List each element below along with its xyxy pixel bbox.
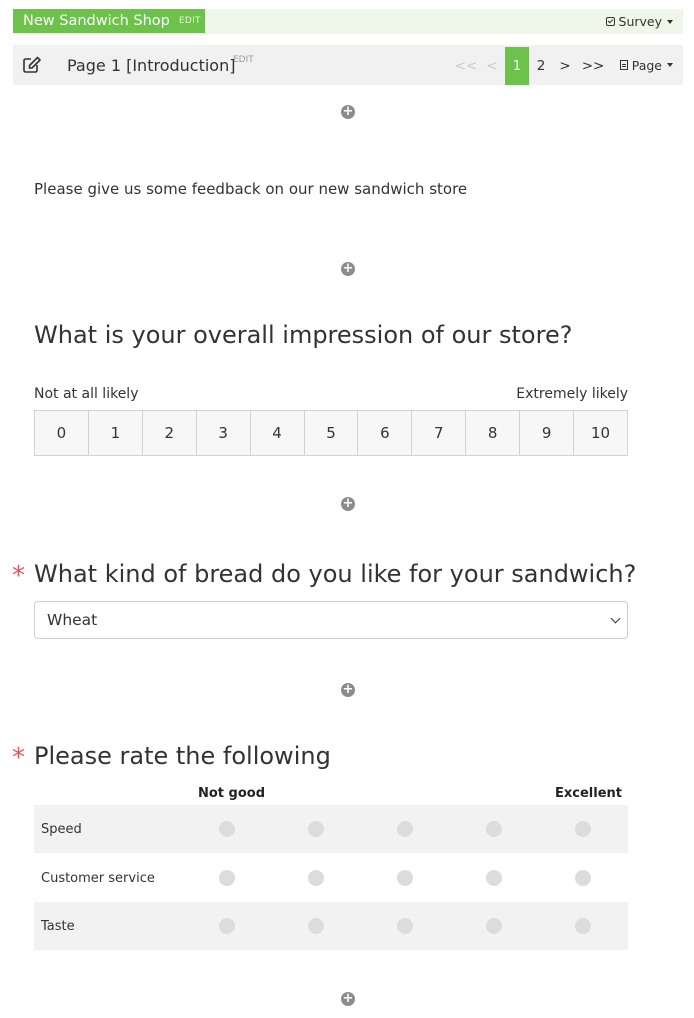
scale-high-label: Extremely likely	[516, 386, 628, 402]
matrix-row-label: Customer service	[41, 870, 155, 886]
matrix-col-high-label: Excellent	[555, 786, 622, 801]
last-page-button[interactable]: >>	[577, 47, 609, 85]
rating-option-9[interactable]: 9	[519, 410, 575, 456]
matrix-radio[interactable]	[308, 918, 324, 934]
document-icon	[619, 60, 628, 70]
question-2-title: What kind of bread do you like for your …	[34, 560, 637, 588]
matrix-radio[interactable]	[486, 870, 502, 886]
matrix-radio[interactable]	[397, 870, 413, 886]
rating-option-0[interactable]: 0	[34, 410, 89, 456]
page-header-bar: Page 1 [Introduction] EDIT << < 1 2 > >>…	[13, 45, 683, 85]
caret-down-icon	[667, 19, 673, 24]
survey-edit-link[interactable]: EDIT	[179, 16, 201, 26]
matrix-radio[interactable]	[575, 821, 591, 837]
matrix-radio[interactable]	[219, 918, 235, 934]
rating-option-8[interactable]: 8	[465, 410, 521, 456]
matrix-radio[interactable]	[575, 918, 591, 934]
question-1-title: What is your overall impression of our s…	[34, 321, 573, 349]
survey-title-text: New Sandwich Shop	[23, 13, 170, 29]
survey-header-bar: New Sandwich Shop EDIT Survey	[13, 9, 683, 34]
rating-option-10[interactable]: 10	[573, 410, 628, 456]
bread-select[interactable]: Wheat	[34, 601, 628, 639]
intro-text: Please give us some feedback on our new …	[34, 180, 468, 198]
first-page-button[interactable]: <<	[453, 47, 479, 85]
edit-pencil-icon[interactable]	[22, 56, 42, 74]
matrix-radio[interactable]	[397, 918, 413, 934]
matrix-row: Speed	[34, 805, 628, 853]
matrix-radio[interactable]	[219, 821, 235, 837]
prev-page-button[interactable]: <	[479, 47, 505, 85]
question-3-title: Please rate the following	[34, 742, 331, 770]
chevron-down-icon	[610, 613, 621, 624]
required-asterisk: *	[12, 743, 25, 773]
matrix-row: Customer service	[34, 854, 628, 902]
rating-option-6[interactable]: 6	[357, 410, 413, 456]
add-question-icon[interactable]: +	[341, 992, 355, 1006]
rating-option-5[interactable]: 5	[303, 410, 359, 456]
pagination: << < 1 2 > >>	[453, 47, 609, 85]
rating-scale: 0 1 2 3 4 5 6 7 8 9 10	[34, 410, 628, 456]
add-question-icon[interactable]: +	[341, 262, 355, 276]
matrix-radio[interactable]	[308, 870, 324, 886]
page-menu-button[interactable]: Page	[619, 45, 673, 85]
matrix-radio[interactable]	[575, 870, 591, 886]
matrix-radio[interactable]	[486, 821, 502, 837]
next-page-button[interactable]: >	[553, 47, 577, 85]
matrix-radio[interactable]	[486, 918, 502, 934]
survey-menu-button[interactable]: Survey	[605, 9, 673, 34]
matrix-radio[interactable]	[308, 821, 324, 837]
add-question-icon[interactable]: +	[341, 497, 355, 511]
page-edit-link[interactable]: EDIT	[233, 55, 254, 65]
matrix-row: Taste	[34, 902, 628, 950]
page-1-button[interactable]: 1	[505, 47, 529, 85]
rating-option-2[interactable]: 2	[141, 410, 197, 456]
matrix-radio[interactable]	[219, 870, 235, 886]
survey-menu-label: Survey	[618, 14, 662, 29]
survey-title[interactable]: New Sandwich Shop EDIT	[13, 9, 205, 33]
checkbox-icon	[605, 17, 615, 26]
rating-option-3[interactable]: 3	[195, 410, 251, 456]
add-question-icon[interactable]: +	[341, 683, 355, 697]
page-title[interactable]: Page 1 [Introduction]	[67, 45, 235, 85]
rating-option-4[interactable]: 4	[249, 410, 305, 456]
rating-option-1[interactable]: 1	[87, 410, 143, 456]
required-asterisk: *	[12, 561, 25, 591]
page-2-button[interactable]: 2	[529, 47, 553, 85]
scale-low-label: Not at all likely	[34, 386, 139, 402]
page-menu-label: Page	[631, 57, 662, 73]
matrix-col-low-label: Not good	[198, 786, 266, 801]
matrix-radio[interactable]	[397, 821, 413, 837]
matrix-row-label: Taste	[41, 918, 75, 934]
add-question-icon[interactable]: +	[341, 105, 355, 119]
rating-option-7[interactable]: 7	[411, 410, 467, 456]
matrix-row-label: Speed	[41, 821, 82, 837]
caret-down-icon	[667, 63, 673, 67]
bread-select-value: Wheat	[47, 611, 98, 629]
